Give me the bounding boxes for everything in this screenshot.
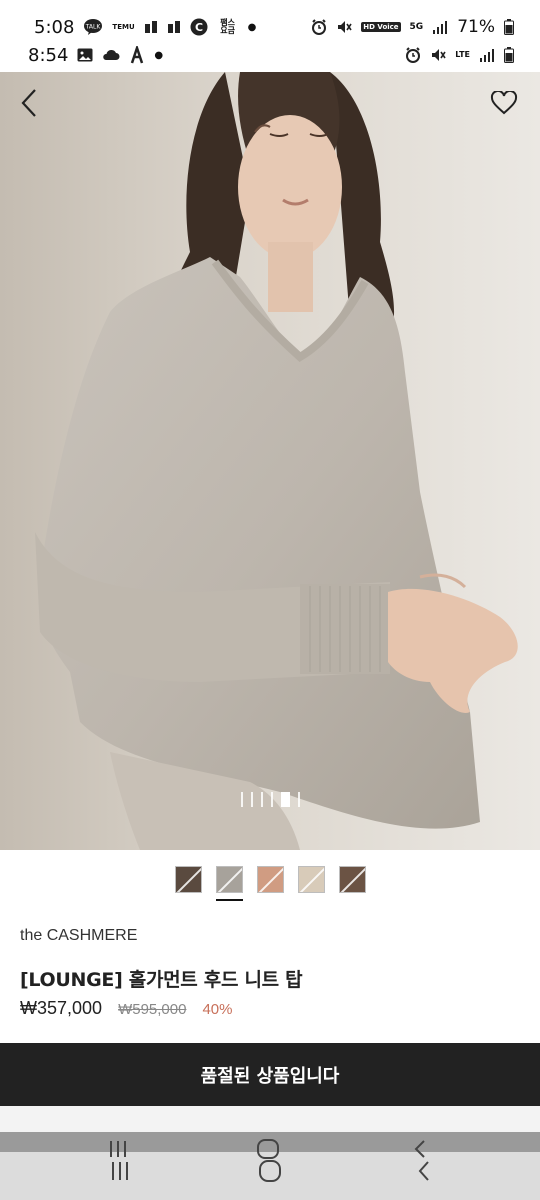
color-swatch-option[interactable]	[297, 866, 325, 893]
mute-icon-2	[430, 47, 446, 63]
carousel-indicator	[0, 792, 540, 807]
wishlist-button[interactable]	[488, 88, 520, 118]
app-shortcut-icon	[129, 46, 145, 64]
alarm-icon	[311, 19, 327, 35]
5g-icon: 5G	[409, 22, 424, 32]
mute-icon	[336, 19, 352, 35]
color-swatch-option[interactable]	[215, 866, 243, 901]
status-bar-top: 5:08 TALK TEMU C 팸스 요금 ● HD Voice 5G 71%	[0, 13, 540, 41]
status-bar-second: 8:54 ● LTE	[0, 41, 540, 69]
color-swatch-option[interactable]	[256, 866, 284, 893]
product-image-carousel[interactable]	[0, 72, 540, 850]
brand-name[interactable]: the CASHMERE	[20, 927, 137, 945]
more-notifications-icon-2: ●	[154, 49, 164, 61]
carousel-dot	[250, 792, 253, 807]
carousel-dot	[260, 792, 263, 807]
carousel-dot	[297, 792, 300, 807]
color-swatch	[338, 866, 366, 893]
price-row: ₩357,000 ₩595,000 40%	[20, 998, 232, 1019]
status-time-2: 8:54	[28, 44, 69, 66]
color-swatch	[297, 866, 325, 893]
recent-apps-button-2[interactable]	[98, 1146, 142, 1196]
home-button-2[interactable]	[248, 1146, 292, 1196]
product-photo	[0, 72, 540, 850]
sold-out-label: 품절된 상품입니다	[200, 1065, 340, 1087]
gallery-icon	[77, 48, 93, 62]
signal-icon	[432, 20, 448, 34]
color-swatch-option[interactable]	[174, 866, 202, 893]
battery-icon-2	[504, 47, 514, 63]
color-swatch	[215, 866, 243, 893]
kakaotalk-icon: TALK	[83, 18, 103, 36]
more-notifications-icon: ●	[247, 21, 257, 33]
carousel-dot	[240, 792, 243, 807]
home-icon-2	[259, 1160, 281, 1182]
svg-text:TALK: TALK	[85, 24, 102, 31]
temu-icon: TEMU	[112, 23, 135, 31]
carousel-dot	[280, 792, 290, 807]
product-title: [LOUNGE] 홀가먼트 후드 니트 탑	[20, 969, 303, 991]
color-options	[0, 866, 540, 901]
discount-rate: 40%	[202, 1001, 233, 1018]
svg-text:C: C	[195, 21, 203, 34]
back-arrow-icon	[21, 89, 36, 117]
app-icon-1	[144, 20, 158, 34]
color-swatch	[256, 866, 284, 893]
original-price: ₩595,000	[118, 1001, 187, 1018]
hd-voice-icon: HD Voice	[361, 22, 401, 32]
lte-icon: LTE	[455, 50, 470, 59]
back-nav-button-2[interactable]	[402, 1146, 446, 1196]
back-nav-icon-2	[418, 1161, 429, 1181]
c-app-icon: C	[190, 18, 208, 36]
alarm-icon-2	[405, 47, 421, 63]
back-button[interactable]	[14, 86, 44, 120]
signal-icon-2	[479, 48, 495, 62]
app-icon-2	[167, 20, 181, 34]
heart-icon	[490, 91, 518, 115]
color-swatch	[174, 866, 202, 893]
carousel-dot	[270, 792, 273, 807]
battery-percent: 71%	[457, 17, 495, 37]
color-swatch-option[interactable]	[338, 866, 366, 893]
app-chip-icon: 팸스 요금	[220, 18, 235, 35]
sale-price: ₩357,000	[20, 998, 103, 1018]
battery-icon	[504, 19, 514, 35]
status-time: 5:08	[34, 16, 75, 38]
cloud-icon	[102, 49, 120, 61]
sold-out-button[interactable]: 품절된 상품입니다	[0, 1043, 540, 1106]
recent-apps-icon-2	[112, 1162, 128, 1180]
system-navigation-bar	[0, 1132, 540, 1200]
